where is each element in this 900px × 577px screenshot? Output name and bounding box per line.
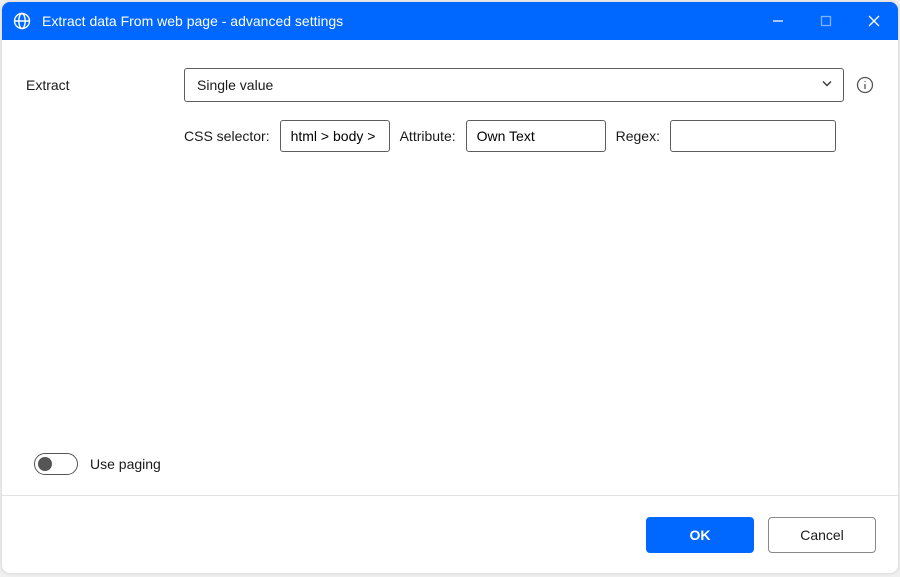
extract-select[interactable]: Single value (184, 68, 844, 102)
window-title: Extract data From web page - advanced se… (42, 13, 343, 29)
toggle-knob (38, 457, 52, 471)
info-icon[interactable] (856, 76, 874, 94)
extract-label: Extract (26, 77, 184, 93)
dialog-body: Extract Single value CSS selector: (2, 40, 898, 495)
globe-icon (12, 11, 32, 31)
use-paging-toggle[interactable] (34, 453, 78, 475)
cancel-button[interactable]: Cancel (768, 517, 876, 553)
dialog-footer: OK Cancel (2, 495, 898, 573)
attribute-input[interactable] (466, 120, 606, 152)
css-selector-label: CSS selector: (184, 128, 270, 144)
attribute-label: Attribute: (400, 128, 456, 144)
close-button[interactable] (850, 2, 898, 40)
minimize-button[interactable] (754, 2, 802, 40)
titlebar: Extract data From web page - advanced se… (2, 2, 898, 40)
regex-input[interactable] (670, 120, 836, 152)
maximize-button (802, 2, 850, 40)
chevron-down-icon (820, 77, 834, 94)
use-paging-label: Use paging (90, 456, 161, 472)
dialog-window: Extract data From web page - advanced se… (2, 2, 898, 573)
extract-select-value: Single value (197, 77, 273, 93)
regex-label: Regex: (616, 128, 660, 144)
css-selector-input[interactable] (280, 120, 390, 152)
ok-button[interactable]: OK (646, 517, 754, 553)
